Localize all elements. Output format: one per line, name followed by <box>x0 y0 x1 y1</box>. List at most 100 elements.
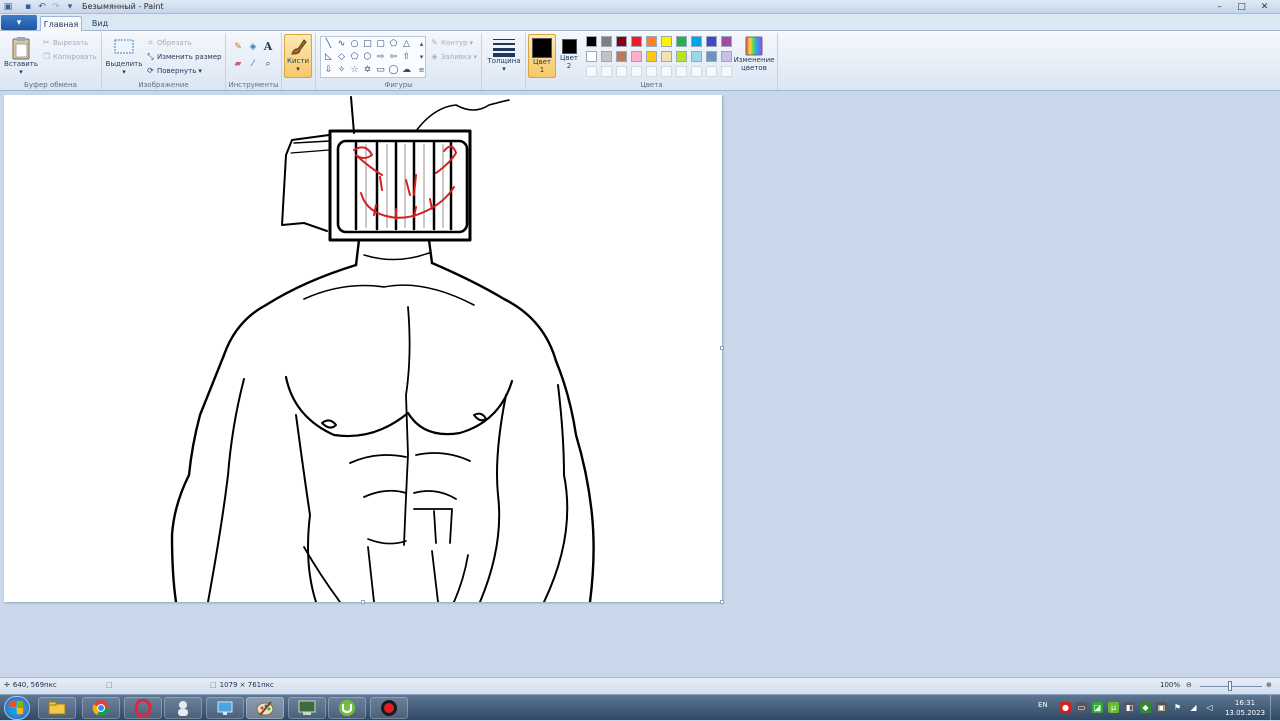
edit-colors-button[interactable]: Изменение цветов <box>732 36 776 72</box>
canvas-resize-handle-right[interactable] <box>720 346 724 350</box>
rectangle-shape-icon[interactable]: □ <box>362 38 373 49</box>
palette-color-swatch[interactable] <box>631 51 642 62</box>
cloud-callout-shape-icon[interactable]: ☁ <box>401 64 412 75</box>
palette-color-swatch[interactable] <box>646 51 657 62</box>
tray-flag-icon[interactable]: ⚑ <box>1172 702 1183 713</box>
palette-color-swatch[interactable] <box>586 51 597 62</box>
palette-color-swatch[interactable] <box>676 36 687 47</box>
tray-display-icon[interactable]: ▣ <box>1156 702 1167 713</box>
tray-shield-icon[interactable]: ◆ <box>1140 702 1151 713</box>
color-picker-icon[interactable]: ⁄ <box>247 58 259 70</box>
curve-shape-icon[interactable]: ∿ <box>336 38 347 49</box>
right-triangle-shape-icon[interactable]: ◺ <box>323 51 334 62</box>
four-point-star-shape-icon[interactable]: ✧ <box>336 64 347 75</box>
palette-custom-swatch[interactable] <box>586 66 597 77</box>
palette-color-swatch[interactable] <box>661 51 672 62</box>
resize-button[interactable]: ⤡ Изменить размер <box>146 52 221 61</box>
taskbar-app-screen[interactable] <box>206 697 244 719</box>
paste-button[interactable]: Вставить ▾ <box>4 36 38 76</box>
clock[interactable]: 16:31 13.05.2023 <box>1224 698 1266 718</box>
tab-view[interactable]: Вид <box>86 16 114 31</box>
palette-custom-swatch[interactable] <box>661 66 672 77</box>
right-arrow-shape-icon[interactable]: ⇨ <box>375 51 386 62</box>
palette-custom-swatch[interactable] <box>631 66 642 77</box>
thickness-button[interactable]: Толщина ▾ <box>486 37 522 73</box>
zoom-out-button[interactable]: ⊖ <box>1186 681 1192 689</box>
close-button[interactable]: ✕ <box>1258 1 1271 12</box>
tray-network-icon[interactable]: ◢ <box>1188 702 1199 713</box>
crop-button[interactable]: ⌗ Обрезать <box>146 38 192 47</box>
paint-app-icon[interactable]: ▣ <box>2 1 14 13</box>
palette-color-swatch[interactable] <box>706 36 717 47</box>
rounded-rectangle-shape-icon[interactable]: ▢ <box>375 38 386 49</box>
palette-custom-swatch[interactable] <box>646 66 657 77</box>
taskbar-utorrent[interactable] <box>328 697 366 719</box>
down-arrow-shape-icon[interactable]: ⇩ <box>323 64 334 75</box>
palette-color-swatch[interactable] <box>661 36 672 47</box>
line-shape-icon[interactable]: ╲ <box>323 38 334 49</box>
canvas-resize-handle-bottom[interactable] <box>361 600 365 604</box>
select-button[interactable]: Выделить ▾ <box>106 36 142 76</box>
fill-button[interactable]: ◈ Заливка ▾ <box>430 52 477 61</box>
tray-nvidia-icon[interactable]: ◪ <box>1092 702 1103 713</box>
palette-color-swatch[interactable] <box>646 36 657 47</box>
undo-icon[interactable]: ↶ <box>36 1 48 13</box>
palette-color-swatch[interactable] <box>616 36 627 47</box>
tray-volume-icon[interactable]: ◁ <box>1204 702 1215 713</box>
palette-custom-swatch[interactable] <box>706 66 717 77</box>
palette-color-swatch[interactable] <box>586 36 597 47</box>
five-point-star-shape-icon[interactable]: ☆ <box>349 64 360 75</box>
palette-color-swatch[interactable] <box>601 36 612 47</box>
hexagon-shape-icon[interactable]: ⬡ <box>362 51 373 62</box>
shapes-scroll-up-icon[interactable]: ▴ <box>416 38 427 49</box>
tray-utorrent-icon[interactable]: µ <box>1108 702 1119 713</box>
save-icon[interactable]: ▪ <box>22 1 34 13</box>
shapes-expand-icon[interactable]: ≡ <box>416 64 427 75</box>
drawing-canvas[interactable] <box>4 95 722 602</box>
palette-color-swatch[interactable] <box>616 51 627 62</box>
taskbar-explorer[interactable] <box>38 697 76 719</box>
redo-icon[interactable]: ↷ <box>50 1 62 13</box>
minimize-button[interactable]: – <box>1213 1 1226 12</box>
taskbar-app-person[interactable] <box>164 697 202 719</box>
zoom-in-button[interactable]: ⊕ <box>1266 681 1272 689</box>
eraser-icon[interactable]: ▰ <box>232 58 244 70</box>
show-desktop-button[interactable] <box>1270 695 1280 721</box>
taskbar-chrome[interactable] <box>82 697 120 719</box>
tab-home[interactable]: Главная <box>40 16 82 31</box>
palette-color-swatch[interactable] <box>706 51 717 62</box>
brushes-button[interactable]: Кисти ▾ <box>284 34 312 78</box>
palette-color-swatch[interactable] <box>601 51 612 62</box>
maximize-button[interactable]: □ <box>1235 1 1248 12</box>
up-arrow-shape-icon[interactable]: ⇧ <box>401 51 412 62</box>
palette-custom-swatch[interactable] <box>721 66 732 77</box>
zoom-slider-thumb[interactable] <box>1228 681 1232 691</box>
copy-button[interactable]: ❐ Копировать <box>42 52 97 61</box>
palette-color-swatch[interactable] <box>721 51 732 62</box>
language-indicator[interactable]: EN <box>1038 701 1048 709</box>
polygon-shape-icon[interactable]: ⬠ <box>388 38 399 49</box>
rotate-button[interactable]: ⟳ Повернуть ▾ <box>146 66 202 75</box>
pentagon-shape-icon[interactable]: ⬠ <box>349 51 360 62</box>
palette-color-swatch[interactable] <box>631 36 642 47</box>
pencil-icon[interactable]: ✎ <box>232 41 244 53</box>
fill-bucket-icon[interactable]: ◈ <box>247 41 259 53</box>
oval-shape-icon[interactable]: ○ <box>349 38 360 49</box>
oval-callout-shape-icon[interactable]: ◯ <box>388 64 399 75</box>
shapes-scroll-down-icon[interactable]: ▾ <box>416 51 427 62</box>
palette-custom-swatch[interactable] <box>601 66 612 77</box>
paint-menu-button[interactable]: ▾ <box>1 15 37 30</box>
rectangle-callout-shape-icon[interactable]: ▭ <box>375 64 386 75</box>
tray-monitor-icon[interactable]: ▭ <box>1076 702 1087 713</box>
color1-button[interactable]: Цвет 1 <box>528 34 556 78</box>
palette-color-swatch[interactable] <box>721 36 732 47</box>
magnifier-icon[interactable]: ⌕ <box>262 58 274 70</box>
quick-access-dropdown-icon[interactable]: ▾ <box>64 1 76 13</box>
tray-app-icon[interactable]: ◧ <box>1124 702 1135 713</box>
diamond-shape-icon[interactable]: ◇ <box>336 51 347 62</box>
palette-color-swatch[interactable] <box>691 36 702 47</box>
palette-custom-swatch[interactable] <box>691 66 702 77</box>
taskbar-app-computer[interactable] <box>288 697 326 719</box>
canvas-resize-handle-corner[interactable] <box>720 600 724 604</box>
taskbar-paint[interactable] <box>246 697 284 719</box>
